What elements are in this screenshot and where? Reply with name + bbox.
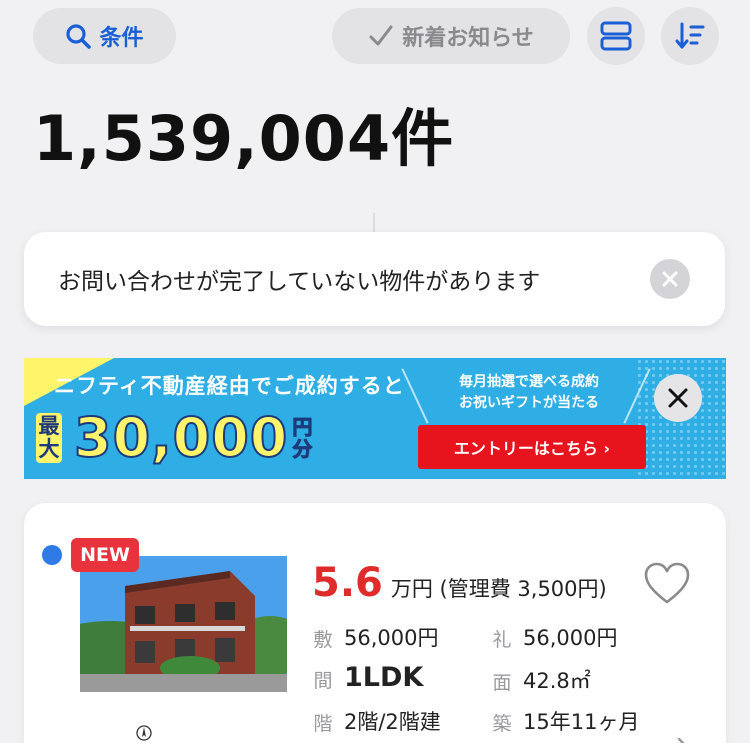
- rent-price: 5.6 万円 (管理費 3,500円): [312, 560, 607, 606]
- banner-close-button[interactable]: [654, 374, 702, 422]
- spec-value: 56,000円: [344, 626, 439, 650]
- spec-key-money: 礼 56,000円: [491, 622, 617, 652]
- news-button[interactable]: 新着お知らせ: [332, 8, 570, 64]
- close-icon: [668, 388, 688, 408]
- banner-amount-row: 最大 30,000 円分: [36, 406, 316, 469]
- spec-value: 15年11ヶ月: [523, 710, 640, 734]
- spec-key: 敷: [313, 629, 333, 651]
- rent-value: 5.6: [312, 560, 383, 606]
- result-count: 1,539,004件: [33, 102, 455, 175]
- spec-value: 56,000円: [523, 626, 618, 650]
- news-label: 新着お知らせ: [402, 26, 534, 51]
- banner-lottery-line1: 毎月抽選で選べる成約: [459, 374, 599, 390]
- close-icon: [662, 271, 678, 287]
- toast-message: お問い合わせが完了していない物件があります: [58, 269, 541, 295]
- spec-key: 間: [313, 669, 333, 692]
- banner-lottery-text: 毎月抽選で選べる成約 お祝いギフトが当たる: [418, 372, 640, 414]
- spec-floor: 階 2階/2階建: [312, 706, 441, 736]
- inquiry-toast[interactable]: お問い合わせが完了していない物件があります: [24, 232, 725, 326]
- banner-yen-label: 円分: [292, 415, 313, 461]
- new-badge: NEW: [71, 538, 139, 572]
- spec-layout: 間 1LDK: [312, 662, 423, 693]
- spec-area: 面 42.8㎡: [491, 665, 591, 695]
- layout-toggle-button[interactable]: [587, 7, 645, 65]
- chevron-right-icon[interactable]: [676, 733, 690, 743]
- conditions-label: 条件: [99, 26, 144, 51]
- banner-entry-button[interactable]: エントリーはこちら ›: [418, 425, 646, 469]
- banner-headline: ニフティ不動産経由でご成約すると: [54, 374, 405, 398]
- property-photo[interactable]: [80, 556, 287, 692]
- spec-key: 面: [492, 672, 512, 694]
- spec-key: 築: [492, 713, 512, 735]
- banner-max-label: 最大: [36, 413, 62, 463]
- check-icon: [369, 25, 393, 46]
- compass-icon: [135, 724, 153, 743]
- spec-key: 礼: [492, 629, 512, 651]
- conditions-button[interactable]: 条件: [33, 8, 176, 64]
- spec-age: 築 15年11ヶ月: [491, 706, 639, 736]
- sort-icon: [675, 22, 705, 49]
- favorite-button[interactable]: [643, 562, 691, 610]
- spec-value: 1LDK: [344, 662, 424, 693]
- toast-close-button[interactable]: [650, 259, 690, 299]
- sort-button[interactable]: [661, 7, 719, 65]
- heart-icon: [644, 562, 690, 604]
- spec-deposit: 敷 56,000円: [312, 622, 438, 652]
- banner-lottery-line2: お祝いギフトが当たる: [459, 395, 599, 411]
- spec-value: 42.8㎡: [523, 669, 591, 693]
- layout-toggle-icon: [600, 21, 632, 51]
- property-photo-image: [80, 556, 287, 692]
- promo-banner[interactable]: ニフティ不動産経由でご成約すると 最大 30,000 円分 毎月抽選で選べる成約…: [24, 358, 726, 479]
- banner-amount: 30,000: [73, 406, 289, 469]
- spec-key: 階: [313, 713, 333, 735]
- rent-detail: 万円 (管理費 3,500円): [390, 577, 607, 601]
- unread-indicator: [42, 545, 62, 565]
- spec-value: 2階/2階建: [344, 710, 441, 734]
- search-icon: [66, 24, 92, 49]
